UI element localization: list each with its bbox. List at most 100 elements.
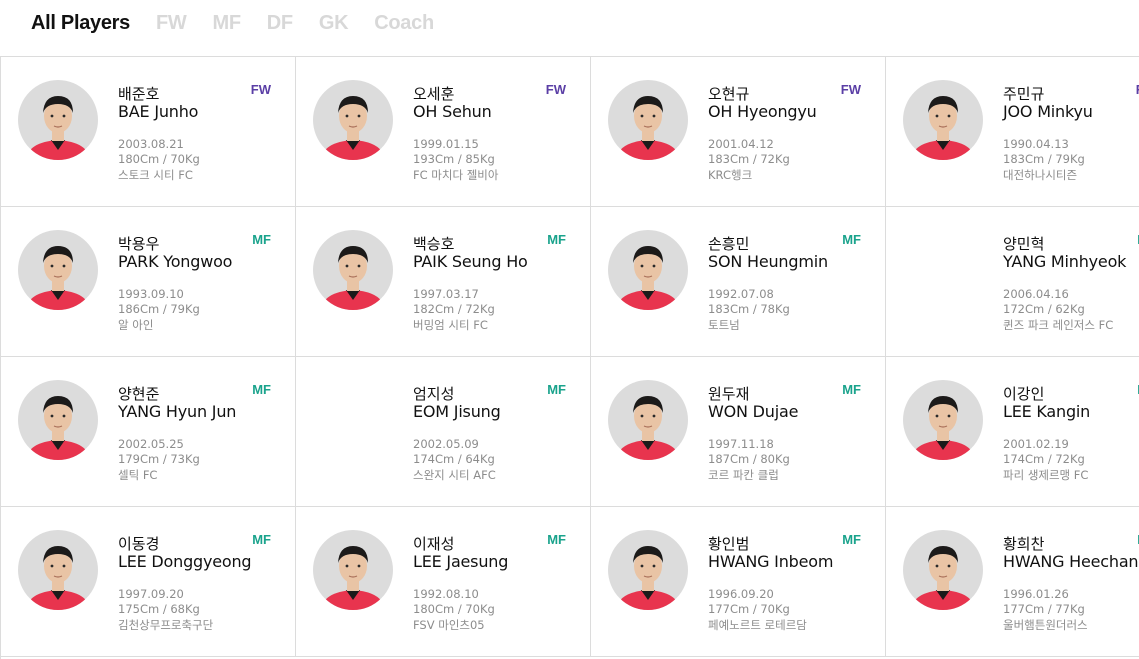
player-photo — [313, 230, 393, 310]
player-english-name: YANG Hyun Jun — [118, 402, 237, 421]
tab-all-players[interactable]: All Players — [31, 12, 130, 35]
player-birthdate: 1990.04.13 — [1003, 137, 1069, 151]
player-birthdate: 2001.02.19 — [1003, 437, 1069, 451]
player-card[interactable]: MF양민혁YANG Minhyeok2006.04.16172Cm / 62Kg… — [886, 207, 1139, 357]
player-english-name: LEE Donggyeong — [118, 552, 252, 571]
player-club: 파리 생제르맹 FC — [1003, 468, 1089, 482]
position-badge: MF — [547, 382, 566, 397]
player-height-weight: 172Cm / 62Kg — [1003, 302, 1085, 316]
player-card[interactable]: FW주민규JOO Minkyu1990.04.13183Cm / 79Kg대전하… — [886, 57, 1139, 207]
player-card[interactable]: MF 백승호 PAIK Seung Ho 1997.03.17 182Cm / 72Kg… — [296, 207, 591, 357]
player-photo — [903, 80, 983, 160]
tab-fw[interactable]: FW — [156, 12, 187, 35]
position-badge: MF — [547, 532, 566, 547]
player-korean-name: 원두재 — [708, 385, 750, 403]
player-korean-name: 손흥민 — [708, 235, 750, 253]
player-korean-name: 양민혁 — [1003, 235, 1045, 253]
player-korean-name: 황인범 — [708, 535, 750, 553]
player-english-name: JOO Minkyu — [1003, 102, 1093, 121]
player-height-weight: 183Cm / 79Kg — [1003, 152, 1085, 166]
tab-coach[interactable]: Coach — [374, 12, 434, 35]
player-card[interactable]: MF 이재성 LEE Jaesung 1992.08.10 180Cm / 70Kg FS… — [296, 507, 591, 657]
player-photo — [313, 80, 393, 160]
player-photo — [18, 80, 98, 160]
player-birthdate: 2002.05.25 — [118, 437, 184, 451]
player-photo — [18, 230, 98, 310]
player-korean-name: 양현준 — [118, 385, 160, 403]
player-birthdate: 2002.05.09 — [413, 437, 479, 451]
player-card[interactable]: MF 이동경 LEE Donggyeong 1997.09.20 175Cm / 68K… — [1, 507, 296, 657]
player-height-weight: 174Cm / 72Kg — [1003, 452, 1085, 466]
player-card[interactable]: MF 원두재 WON Dujae 1997.11.18 187Cm / 80Kg 코르 파… — [591, 357, 886, 507]
player-birthdate: 2001.04.12 — [708, 137, 774, 151]
player-birthdate: 1993.09.10 — [118, 287, 184, 301]
player-photo — [608, 380, 688, 460]
player-photo — [903, 530, 983, 610]
player-korean-name: 주민규 — [1003, 85, 1045, 103]
position-filter-tabs: All Players FW MF DF GK Coach — [31, 8, 460, 38]
player-english-name: BAE Junho — [118, 102, 199, 121]
player-card[interactable]: MF 손흥민 SON Heungmin 1992.07.08 183Cm / 78Kg 토… — [591, 207, 886, 357]
player-korean-name: 엄지성 — [413, 385, 455, 403]
player-card[interactable]: MF 엄지성 EOM Jisung 2002.05.09 174Cm / 64Kg 스완지… — [296, 357, 591, 507]
player-korean-name: 오현규 — [708, 85, 750, 103]
player-card[interactable]: MF황희찬HWANG Heechan1996.01.26177Cm / 77Kg… — [886, 507, 1139, 657]
player-club: 코르 파칸 클럽 — [708, 468, 779, 482]
player-card[interactable]: FW 오현규 OH Hyeongyu 2001.04.12 183Cm / 72Kg KR… — [591, 57, 886, 207]
player-height-weight: 174Cm / 64Kg — [413, 452, 495, 466]
tab-gk[interactable]: GK — [319, 12, 349, 35]
position-badge: MF — [547, 232, 566, 247]
player-club: 스완지 시티 AFC — [413, 468, 496, 482]
player-photo — [18, 530, 98, 610]
player-club: FC 마치다 젤비아 — [413, 168, 499, 182]
player-club: 토트넘 — [708, 318, 740, 332]
position-badge: MF — [252, 382, 271, 397]
player-korean-name: 이동경 — [118, 535, 160, 553]
player-photo — [608, 80, 688, 160]
position-badge: FW — [840, 82, 861, 97]
player-birthdate: 1997.03.17 — [413, 287, 479, 301]
player-english-name: YANG Minhyeok — [1003, 252, 1127, 271]
player-birthdate: 1992.07.08 — [708, 287, 774, 301]
position-badge: MF — [842, 532, 861, 547]
player-club: 페예노르트 로테르담 — [708, 618, 807, 632]
player-card[interactable]: FW 배준호 BAE Junho 2003.08.21 180Cm / 70Kg 스토크 … — [1, 57, 296, 207]
player-birthdate: 1996.09.20 — [708, 587, 774, 601]
player-english-name: PARK Yongwoo — [118, 252, 233, 271]
player-height-weight: 182Cm / 72Kg — [413, 302, 495, 316]
player-club: KRC헹크 — [708, 168, 753, 182]
player-english-name: OH Sehun — [413, 102, 492, 121]
position-badge: FW — [250, 82, 271, 97]
player-height-weight: 187Cm / 80Kg — [708, 452, 790, 466]
player-height-weight: 177Cm / 77Kg — [1003, 602, 1085, 616]
player-birthdate: 1996.01.26 — [1003, 587, 1069, 601]
player-club: FSV 마인츠05 — [413, 618, 485, 632]
player-height-weight: 186Cm / 79Kg — [118, 302, 200, 316]
player-height-weight: 180Cm / 70Kg — [118, 152, 200, 166]
player-height-weight: 179Cm / 73Kg — [118, 452, 200, 466]
player-club: 셀틱 FC — [118, 468, 158, 482]
player-english-name: EOM Jisung — [413, 402, 501, 421]
player-korean-name: 백승호 — [413, 235, 455, 253]
player-card[interactable]: MF 양현준 YANG Hyun Jun 2002.05.25 179Cm / 73Kg… — [1, 357, 296, 507]
player-photo — [18, 380, 98, 460]
player-club: 김천상무프로축구단 — [118, 618, 214, 632]
tab-mf[interactable]: MF — [213, 12, 242, 35]
player-height-weight: 183Cm / 72Kg — [708, 152, 790, 166]
player-card[interactable]: MF 박용우 PARK Yongwoo 1993.09.10 186Cm / 79Kg 알… — [1, 207, 296, 357]
player-club: 스토크 시티 FC — [118, 168, 193, 182]
player-korean-name: 이강인 — [1003, 385, 1045, 403]
position-badge: MF — [252, 532, 271, 547]
player-korean-name: 오세훈 — [413, 85, 455, 103]
player-grid: FW 배준호 BAE Junho 2003.08.21 180Cm / 70Kg 스토크 … — [0, 56, 1139, 659]
tab-df[interactable]: DF — [267, 12, 293, 35]
player-english-name: HWANG Inbeom — [708, 552, 834, 571]
player-photo — [608, 230, 688, 310]
player-korean-name: 배준호 — [118, 85, 160, 103]
player-height-weight: 183Cm / 78Kg — [708, 302, 790, 316]
player-club: 퀸즈 파크 레인저스 FC — [1003, 318, 1114, 332]
player-card[interactable]: MF 황인범 HWANG Inbeom 1996.09.20 177Cm / 70Kg 페… — [591, 507, 886, 657]
player-card[interactable]: MF이강인LEE Kangin2001.02.19174Cm / 72Kg파리 … — [886, 357, 1139, 507]
player-card[interactable]: FW 오세훈 OH Sehun 1999.01.15 193Cm / 85Kg FC 마치… — [296, 57, 591, 207]
player-english-name: WON Dujae — [708, 402, 799, 421]
